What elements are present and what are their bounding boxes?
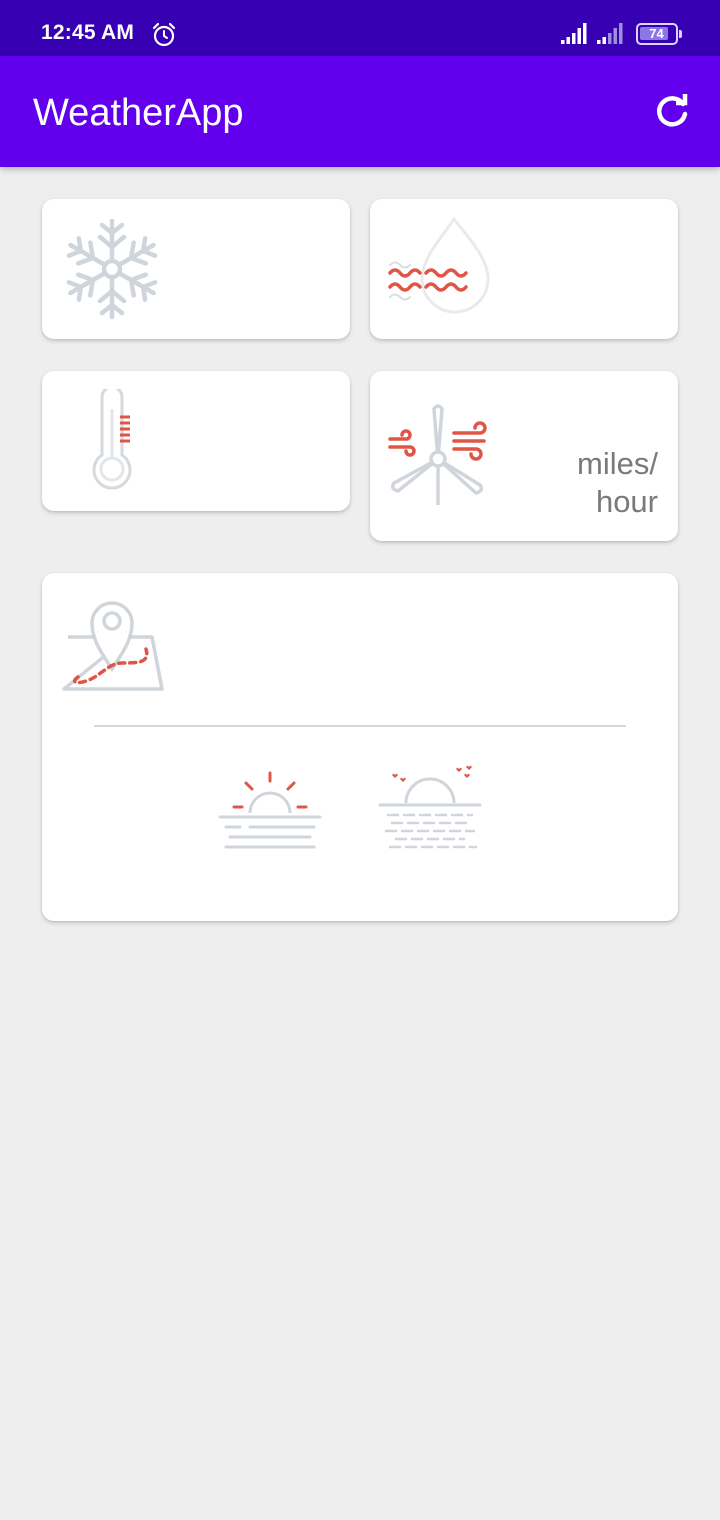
- snowflake-icon: [60, 218, 164, 321]
- wind-card: miles/ hour: [370, 371, 678, 541]
- app-title: WeatherApp: [33, 92, 244, 134]
- divider: [94, 725, 626, 727]
- signal-icon: [561, 23, 587, 44]
- app-bar: WeatherApp: [0, 56, 720, 167]
- humidity-drop-icon: [388, 217, 490, 314]
- signal-icon: [597, 23, 623, 44]
- sunset-icon: [378, 765, 482, 849]
- map-pin-icon: [62, 601, 164, 691]
- thermometer-icon: [92, 389, 132, 490]
- wind-unit-label: miles/ hour: [577, 446, 658, 519]
- refresh-icon: [657, 94, 688, 127]
- battery-level: 74: [649, 26, 664, 41]
- alarm-icon: [152, 22, 176, 47]
- wind-turbine-icon: [388, 404, 487, 505]
- humidity-card: [370, 199, 678, 339]
- status-bar: 12:45 AM 74: [0, 0, 720, 56]
- status-time: 12:45 AM: [41, 21, 135, 44]
- location-card: [42, 573, 678, 921]
- battery-icon: 74: [636, 23, 682, 45]
- snow-card: [42, 199, 350, 339]
- temperature-card: [42, 371, 350, 511]
- refresh-button[interactable]: [648, 88, 696, 136]
- sunrise-icon: [218, 771, 322, 849]
